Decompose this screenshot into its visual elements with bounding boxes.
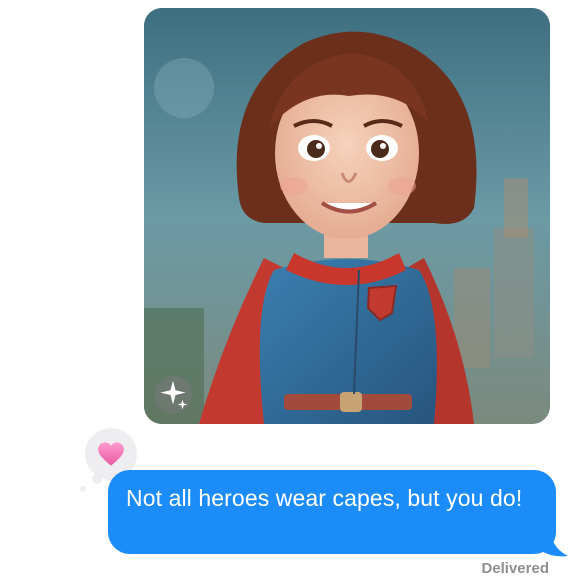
delivery-status: Delivered <box>481 560 549 577</box>
tapback-tail-dot <box>92 474 102 484</box>
image-attachment[interactable] <box>144 8 550 424</box>
sparkles-button[interactable] <box>154 376 192 414</box>
heart-icon <box>98 442 124 466</box>
sparkles-icon <box>160 380 188 410</box>
superhero-illustration <box>144 8 550 424</box>
message-bubble[interactable]: Not all heroes wear capes, but you do! <box>108 470 556 554</box>
tapback-tail-dot-small <box>80 486 86 492</box>
message-bubble-tail <box>540 530 568 557</box>
